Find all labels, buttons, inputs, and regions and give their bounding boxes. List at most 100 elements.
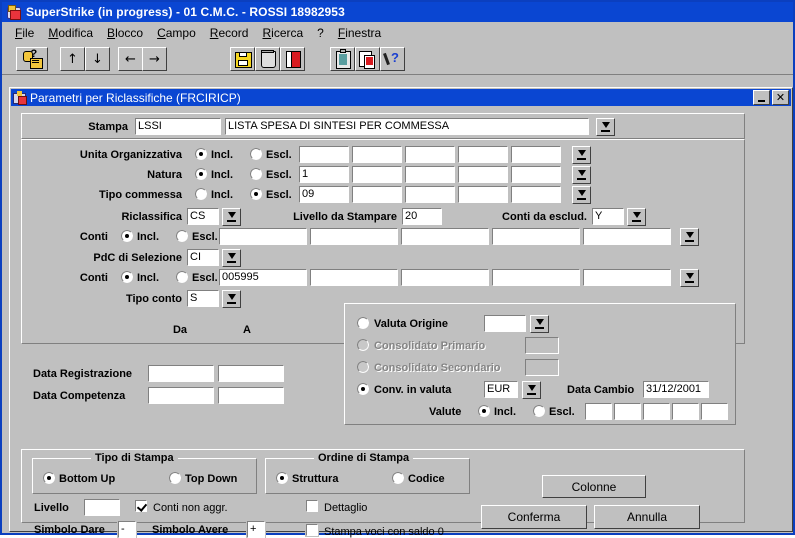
menu-item-ricerca[interactable]: Ricerca	[255, 24, 310, 42]
tipo-commessa-value-2[interactable]	[351, 185, 403, 204]
valute-value-4[interactable]	[671, 402, 700, 421]
tipo-commessa-value-4[interactable]	[457, 185, 509, 204]
menu-item-help[interactable]: ?	[310, 24, 331, 42]
valute-value-3[interactable]	[642, 402, 671, 421]
copy-icon[interactable]	[355, 47, 380, 71]
menu-item-modifica[interactable]: Modifica	[41, 24, 100, 42]
tipo-commessa-value-3[interactable]	[404, 185, 456, 204]
conti2-value-5[interactable]	[582, 268, 672, 287]
data-registrazione-a-input[interactable]	[217, 364, 285, 383]
conti1-escl-radio[interactable]	[175, 229, 189, 243]
annulla-button[interactable]: Annulla	[594, 505, 700, 529]
tipo-conto-input[interactable]: S	[186, 289, 220, 308]
delete-icon[interactable]	[255, 47, 280, 71]
conti-non-aggr-checkbox[interactable]	[134, 499, 148, 513]
conti1-lov-button[interactable]	[680, 228, 699, 246]
dettaglio-checkbox[interactable]	[305, 499, 319, 513]
natura-lov-button[interactable]	[572, 166, 591, 184]
natura-incl-radio[interactable]	[194, 167, 208, 181]
colonne-button[interactable]: Colonne	[542, 475, 646, 498]
valuta-origine-lov-button[interactable]	[530, 315, 549, 333]
conti1-value-3[interactable]	[400, 227, 490, 246]
conferma-button[interactable]: Conferma	[481, 505, 587, 529]
save-icon[interactable]	[230, 47, 255, 71]
pdc-selezione-lov-button[interactable]	[222, 249, 241, 267]
valute-value-5[interactable]	[700, 402, 729, 421]
tipo-commessa-value-1[interactable]: 09	[298, 185, 350, 204]
conv-in-valuta-radio[interactable]	[356, 382, 370, 396]
data-competenza-da-input[interactable]	[147, 386, 215, 405]
data-registrazione-da-input[interactable]	[147, 364, 215, 383]
data-cambio-input[interactable]: 31/12/2001	[642, 380, 710, 399]
unita-lov-button[interactable]	[572, 146, 591, 164]
tipo-commessa-value-5[interactable]	[510, 185, 562, 204]
data-competenza-a-input[interactable]	[217, 386, 285, 405]
natura-value-4[interactable]	[457, 165, 509, 184]
menu-item-blocco[interactable]: Blocco	[100, 24, 150, 42]
riclassifica-lov-button[interactable]	[222, 208, 241, 226]
conti2-value-4[interactable]	[491, 268, 581, 287]
minimize-button[interactable]	[753, 90, 770, 105]
simbolo-dare-input[interactable]: -	[117, 520, 137, 538]
valute-value-2[interactable]	[613, 402, 642, 421]
clipboard-icon[interactable]	[330, 47, 355, 71]
natura-value-5[interactable]	[510, 165, 562, 184]
codice-radio[interactable]	[391, 471, 405, 485]
query-icon[interactable]: ?	[16, 47, 48, 71]
unita-value-2[interactable]	[351, 145, 403, 164]
conti1-value-1[interactable]	[218, 227, 308, 246]
valuta-origine-input[interactable]	[483, 314, 527, 333]
livello-stampare-input[interactable]: 20	[401, 207, 443, 226]
bottom-up-radio[interactable]	[42, 471, 56, 485]
natura-value-1[interactable]: 1	[298, 165, 350, 184]
menu-item-campo[interactable]: Campo	[150, 24, 203, 42]
exit-icon[interactable]	[280, 47, 305, 71]
struttura-radio[interactable]	[275, 471, 289, 485]
menu-item-file[interactable]: File	[8, 24, 41, 42]
conti2-incl-radio[interactable]	[120, 270, 134, 284]
natura-escl-radio[interactable]	[249, 167, 263, 181]
unita-value-5[interactable]	[510, 145, 562, 164]
stampa-saldo0-checkbox[interactable]	[305, 523, 319, 537]
arrow-left-icon[interactable]: ←	[118, 47, 143, 71]
tipo-conto-lov-button[interactable]	[222, 290, 241, 308]
valuta-origine-radio[interactable]	[356, 316, 370, 330]
conti2-value-1[interactable]: 005995	[218, 268, 308, 287]
tipo-commessa-lov-button[interactable]	[572, 186, 591, 204]
stampa-lov-button[interactable]	[596, 118, 615, 136]
stampa-code-input[interactable]: LSSI	[134, 117, 222, 136]
unita-value-1[interactable]	[298, 145, 350, 164]
valute-value-1[interactable]	[584, 402, 613, 421]
tipo-commessa-escl-radio[interactable]	[249, 187, 263, 201]
conti2-lov-button[interactable]	[680, 269, 699, 287]
stampa-description-input[interactable]: LISTA SPESA DI SINTESI PER COMMESSA	[224, 117, 590, 136]
valute-escl-radio[interactable]	[532, 404, 546, 418]
tipo-commessa-incl-radio[interactable]	[194, 187, 208, 201]
conti1-value-4[interactable]	[491, 227, 581, 246]
riclassifica-input[interactable]: CS	[186, 207, 220, 226]
arrow-down-icon[interactable]: ↓	[85, 47, 110, 71]
help-icon[interactable]: ?	[380, 47, 405, 71]
conti1-value-2[interactable]	[309, 227, 399, 246]
conti-escludere-lov-button[interactable]	[627, 208, 646, 226]
valute-incl-radio[interactable]	[477, 404, 491, 418]
unita-value-3[interactable]	[404, 145, 456, 164]
simbolo-avere-input[interactable]: +	[246, 520, 266, 538]
unita-value-4[interactable]	[457, 145, 509, 164]
conti2-value-2[interactable]	[309, 268, 399, 287]
top-down-radio[interactable]	[168, 471, 182, 485]
pdc-selezione-input[interactable]: CI	[186, 248, 220, 267]
conti1-incl-radio[interactable]	[120, 229, 134, 243]
conti2-escl-radio[interactable]	[175, 270, 189, 284]
menu-item-record[interactable]: Record	[203, 24, 256, 42]
close-button[interactable]: ✕	[772, 90, 789, 105]
conv-in-valuta-lov-button[interactable]	[522, 381, 541, 399]
conti1-value-5[interactable]	[582, 227, 672, 246]
arrow-right-icon[interactable]: →	[142, 47, 167, 71]
menu-item-finestra[interactable]: Finestra	[331, 24, 388, 42]
conti-escludere-input[interactable]: Y	[591, 207, 625, 226]
unita-escl-radio[interactable]	[249, 147, 263, 161]
natura-value-3[interactable]	[404, 165, 456, 184]
livello-input[interactable]	[83, 498, 121, 517]
natura-value-2[interactable]	[351, 165, 403, 184]
